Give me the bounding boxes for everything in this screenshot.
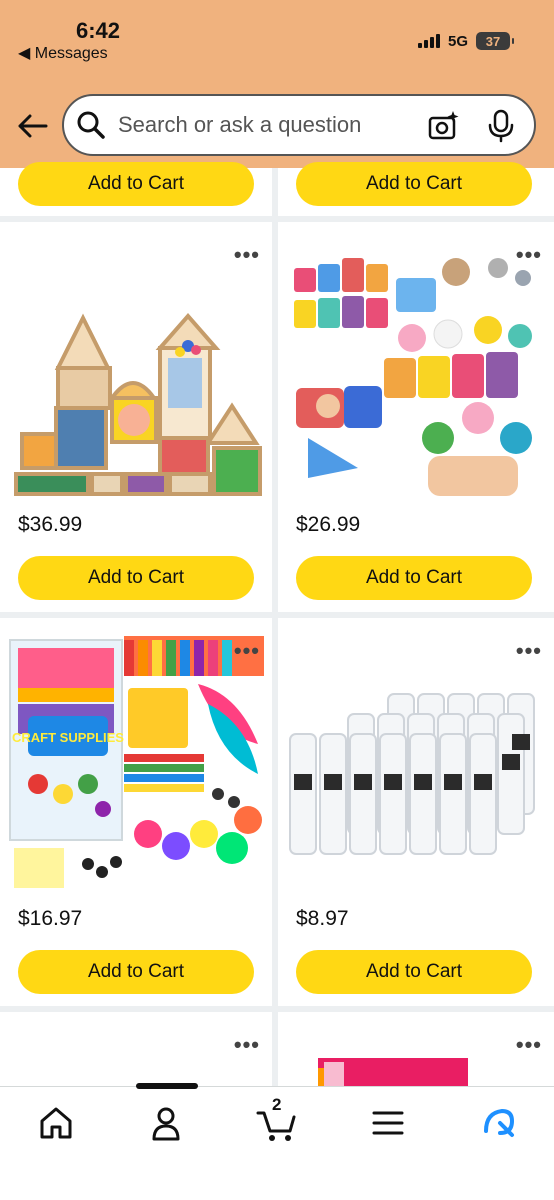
product-card[interactable]: ••• $8.97 Add to Cart [278, 618, 554, 1006]
product-card[interactable]: ••• [278, 1012, 554, 1092]
product-card-top-right[interactable]: Add to Cart [278, 162, 554, 216]
product-image-wooden-blocks[interactable] [8, 238, 266, 496]
product-price: $26.99 [296, 513, 361, 536]
more-options-icon[interactable]: ••• [516, 638, 542, 664]
back-to-messages[interactable]: ◀ Messages [18, 43, 108, 63]
more-options-icon[interactable]: ••• [516, 242, 542, 268]
cart-nav[interactable]: 2 [256, 1095, 300, 1145]
add-to-cart-button[interactable]: Add to Cart [296, 556, 532, 600]
more-options-icon[interactable]: ••• [234, 242, 260, 268]
camera-search-icon[interactable] [428, 110, 460, 142]
battery-level: 37 [485, 33, 501, 49]
network-label: 5G [447, 32, 468, 50]
product-card[interactable]: ••• $36.99 Add to Cart [0, 222, 272, 612]
signal-icon [417, 34, 440, 48]
product-card[interactable]: ••• [0, 1012, 272, 1092]
microphone-icon[interactable] [486, 109, 516, 143]
add-to-cart-button[interactable]: Add to Cart [18, 950, 254, 994]
product-image-craft-supplies[interactable]: CRAFT SUPPLIES [8, 634, 266, 892]
add-to-cart-button[interactable]: Add to Cart [296, 162, 532, 206]
menu-icon[interactable] [366, 1101, 410, 1145]
battery-icon: 37 [476, 32, 514, 50]
status-time: 6:42 [76, 18, 121, 43]
bottom-nav: 2 [0, 1086, 554, 1200]
back-arrow-icon[interactable] [14, 108, 50, 144]
add-to-cart-button[interactable]: Add to Cart [296, 950, 532, 994]
craft-package-label: CRAFT SUPPLIES [12, 730, 124, 745]
product-price: $36.99 [18, 513, 83, 536]
rufus-icon[interactable] [476, 1101, 520, 1145]
product-price: $16.97 [18, 907, 83, 930]
product-price: $8.97 [296, 907, 349, 930]
add-to-cart-button[interactable]: Add to Cart [18, 556, 254, 600]
search-bar[interactable] [62, 94, 536, 156]
account-icon[interactable] [144, 1101, 188, 1145]
add-to-cart-button[interactable]: Add to Cart [18, 162, 254, 206]
more-options-icon[interactable]: ••• [516, 1032, 542, 1058]
product-card[interactable]: ••• $26.99 Add to Cart [278, 222, 554, 612]
more-options-icon[interactable]: ••• [234, 1032, 260, 1058]
product-image-animal-train[interactable] [288, 238, 546, 496]
more-options-icon[interactable]: ••• [234, 638, 260, 664]
scroll-handle [136, 1083, 198, 1089]
product-card[interactable]: CRAFT SUPPLIES ••• $16.97 Add to Cart [0, 618, 272, 1006]
header: 6:42 ◀ Messages 5G 37 [0, 0, 554, 168]
search-icon [77, 111, 105, 139]
search-input[interactable] [118, 112, 408, 138]
product-card-top-left[interactable]: Add to Cart [0, 162, 272, 216]
product-image-glue-sticks[interactable] [288, 634, 546, 892]
home-icon[interactable] [34, 1101, 78, 1145]
cart-count-badge: 2 [272, 1095, 282, 1114]
status-indicators: 5G 37 [417, 32, 514, 50]
